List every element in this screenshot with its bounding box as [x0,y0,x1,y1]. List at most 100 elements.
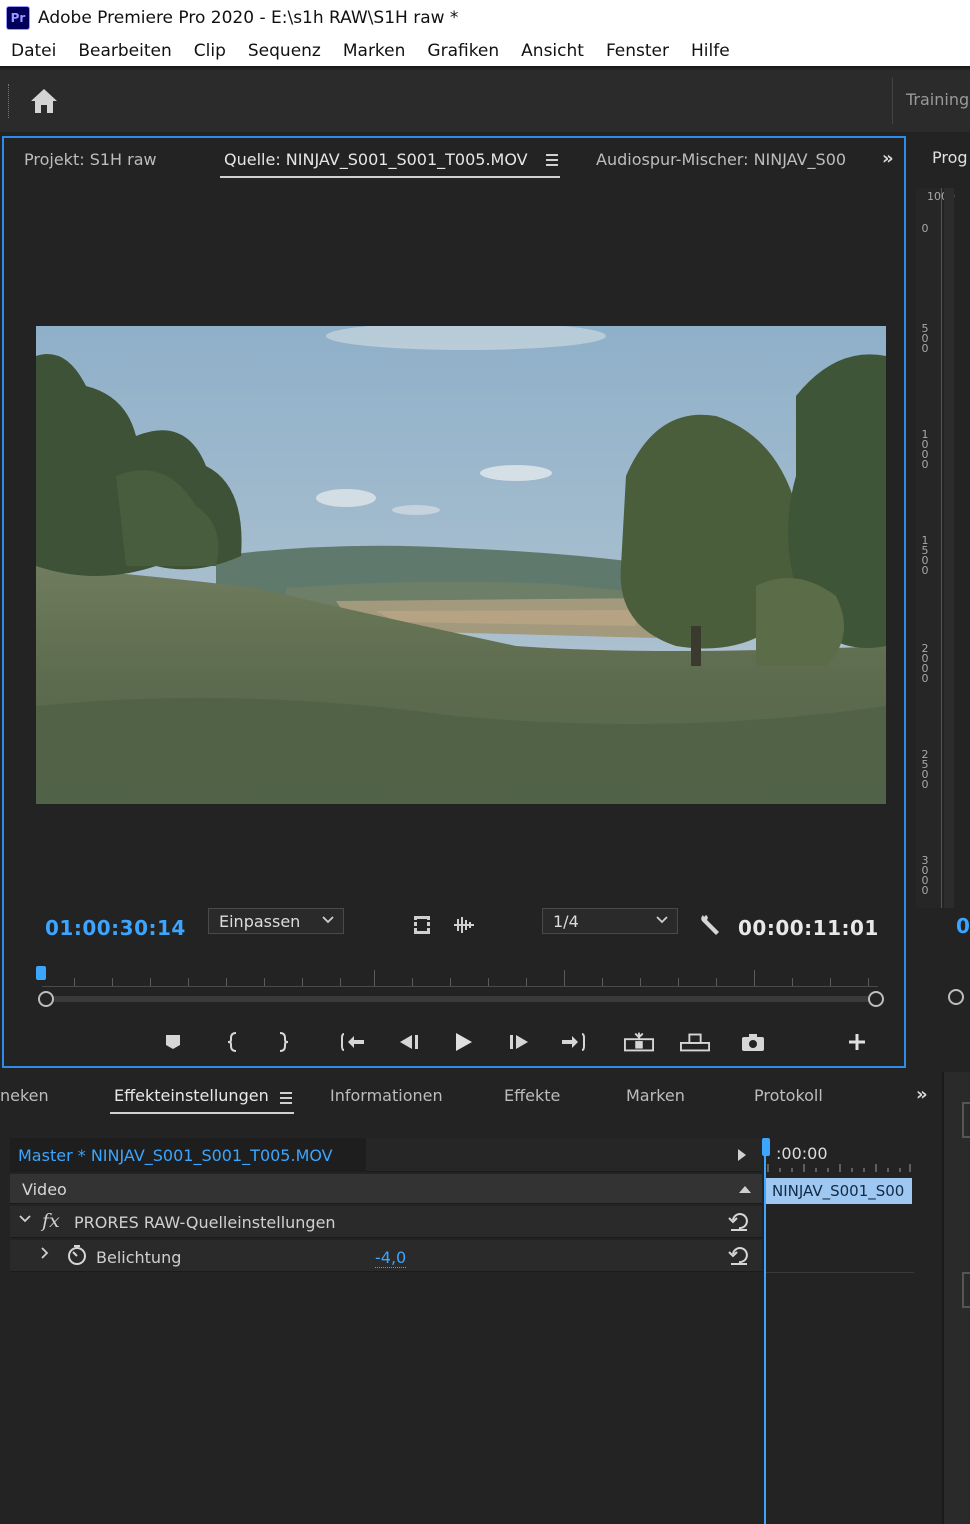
master-clip-label[interactable]: Master * NINJAV_S001_S001_T005.MOV [10,1138,366,1172]
go-to-in-button[interactable] [338,1028,368,1056]
collapse-up-icon[interactable] [738,1184,752,1194]
video-section-label: Video [22,1180,67,1199]
ruler-tick [74,978,75,986]
menu-bearbeiten[interactable]: Bearbeiten [78,41,171,61]
source-time-ruler[interactable] [4,956,904,1016]
step-back-button[interactable] [394,1028,424,1056]
video-section-header[interactable]: Video [10,1174,762,1204]
tab-audio-mixer[interactable]: Audiospur-Mischer: NINJAV_S00 [596,150,846,169]
ruler-tick [450,978,451,986]
chevron-down-icon [656,916,668,924]
zoom-handle-left[interactable] [38,991,54,1007]
mark-out-button[interactable] [268,1028,298,1056]
ruler-label: 1500 [921,534,929,577]
resolution-dropdown-value: 1/4 [553,911,579,931]
workspace-training[interactable]: Training [906,90,969,109]
zoom-scrollbar[interactable] [44,996,876,1002]
ruler-label: 2500 [921,748,929,791]
fx-badge-icon[interactable]: fx [42,1210,60,1232]
active-tab-underline [220,176,560,178]
tab-source[interactable]: Quelle: NINJAV_S001_S001_T005.MOV [224,150,528,169]
menu-ansicht[interactable]: Ansicht [521,41,584,61]
resolution-dropdown[interactable]: 1/4 [542,908,678,934]
camera-icon [742,1034,764,1051]
menu-marken[interactable]: Marken [343,41,406,61]
drag-grip[interactable] [8,84,11,118]
menu-grafiken[interactable]: Grafiken [427,41,499,61]
param-row-belichtung: Belichtung -4,0 [10,1240,762,1272]
program-scrollbar[interactable] [944,188,954,908]
source-video-frame[interactable] [36,326,886,804]
menu-hilfe[interactable]: Hilfe [691,41,730,61]
overwrite-button[interactable] [680,1028,710,1056]
ruler-tick [264,978,265,986]
ruler-tick [226,978,227,986]
tab-effect-controls[interactable]: Effekteinstellungen [114,1086,269,1105]
stopwatch-icon[interactable] [66,1244,88,1266]
plus-icon [849,1034,865,1050]
tab-program[interactable]: Prog [932,148,968,167]
ruler-tick [188,978,189,986]
menu-datei[interactable]: Datei [11,41,56,61]
menu-clip[interactable]: Clip [194,41,226,61]
clip-block[interactable]: NINJAV_S001_S00 [766,1178,912,1204]
tab-effekte[interactable]: Effekte [504,1086,560,1105]
active-tab-underline [110,1112,294,1114]
insert-button[interactable] [624,1028,654,1056]
playhead-timecode[interactable]: 01:00:30:14 [45,916,186,940]
panel-menu-icon[interactable] [280,1092,292,1107]
effect-name: PRORES RAW-Quelleinstellungen [74,1213,336,1232]
chevron-right-icon[interactable] [38,1246,52,1260]
transport-controls [4,1018,904,1066]
fit-dropdown[interactable]: Einpassen [208,908,344,934]
program-vertical-ruler[interactable]: 1000 0 500 1000 1500 2000 2500 3000 [916,188,955,908]
zoom-handle-right[interactable] [868,991,884,1007]
add-button[interactable] [842,1028,872,1056]
param-value[interactable]: -4,0 [375,1248,407,1268]
tab-informationen[interactable]: Informationen [330,1086,443,1105]
mark-in-button[interactable] [218,1028,248,1056]
tab-marken[interactable]: Marken [626,1086,685,1105]
go-to-out-icon [562,1033,585,1051]
step-forward-button[interactable] [504,1028,534,1056]
fx-playhead-handle[interactable] [762,1138,770,1156]
tab-protokoll[interactable]: Protokoll [754,1086,823,1105]
marker-icon [166,1035,180,1049]
drag-video-only-icon[interactable] [412,914,432,936]
tabs-overflow-icon[interactable]: » [916,1084,928,1105]
tabs-overflow-icon[interactable]: » [882,148,894,169]
step-back-icon [400,1035,418,1049]
effect-controls-timeline[interactable]: :00:00 NINJAV_S001_S00 [762,1138,916,1524]
add-marker-button[interactable] [158,1028,188,1056]
chevron-down-icon [322,916,334,924]
program-timecode[interactable]: 0 [956,914,970,938]
drag-audio-only-icon[interactable] [452,916,476,934]
fx-playhead[interactable] [762,1138,770,1524]
source-timecode-row: 01:00:30:14 Einpassen 1/4 00:00:11:01 [4,908,904,944]
wrench-icon[interactable] [698,912,722,938]
effect-row-prores-raw[interactable]: fx PRORES RAW-Quelleinstellungen [10,1206,762,1238]
ruler-tick [754,970,755,986]
fx-timeline-ruler [767,1164,911,1172]
play-triangle-icon[interactable] [736,1147,748,1163]
menu-sequenz[interactable]: Sequenz [248,41,321,61]
export-frame-button[interactable] [738,1028,768,1056]
go-to-out-button[interactable] [558,1028,588,1056]
panel-menu-icon[interactable] [546,154,558,169]
program-zoom-handle[interactable] [948,989,964,1005]
home-icon[interactable] [28,86,60,116]
menu-fenster[interactable]: Fenster [606,41,669,61]
reset-icon[interactable] [728,1210,750,1232]
play-button[interactable] [448,1028,478,1056]
reset-icon[interactable] [728,1244,750,1266]
tab-partial[interactable]: neken [0,1086,49,1105]
master-clip-row: Master * NINJAV_S001_S001_T005.MOV [10,1138,762,1172]
playhead-handle[interactable] [36,966,46,980]
ruler-tick [564,970,565,986]
chevron-down-icon[interactable] [18,1212,32,1226]
play-icon [456,1033,472,1051]
ruler-label: 2000 [921,642,929,685]
ruler-tick [716,978,717,986]
tab-project[interactable]: Projekt: S1H raw [24,150,157,169]
ruler-tick [640,978,641,986]
